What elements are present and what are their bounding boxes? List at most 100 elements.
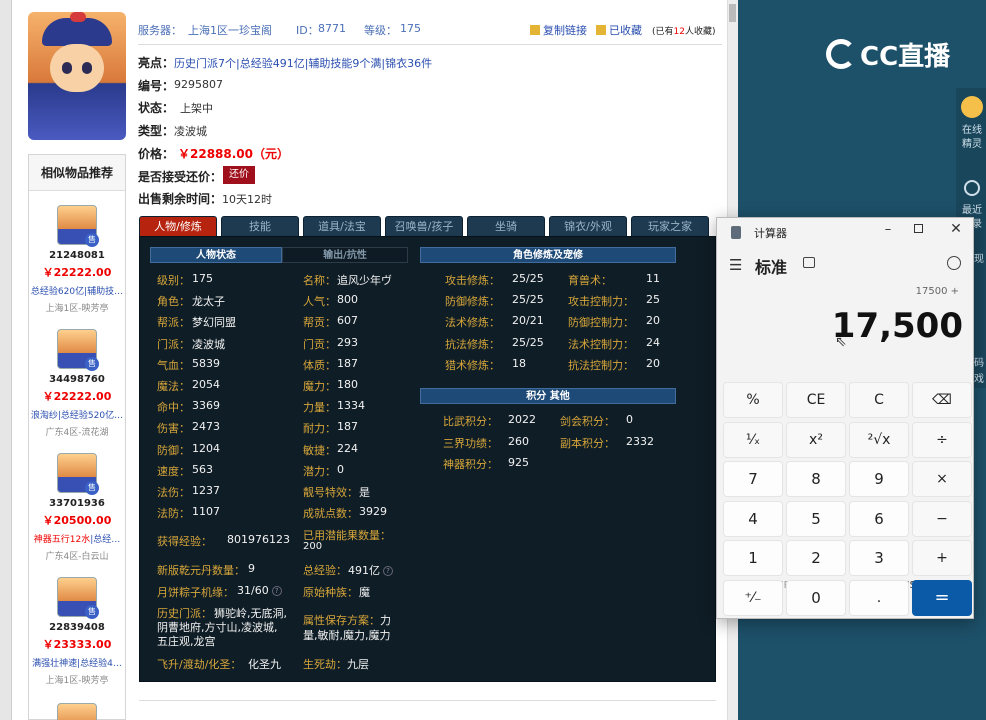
tab-mounts[interactable]: 坐骑	[467, 216, 545, 236]
key-four-button[interactable]: 4	[723, 500, 783, 537]
online-label-1: 在线	[962, 125, 982, 136]
calc-expression: 17500 +	[915, 286, 959, 297]
calc-mode: 标准	[755, 258, 788, 277]
similar-item-thumbnail[interactable]: 售	[57, 577, 99, 619]
stat-label: 命中：	[157, 401, 190, 415]
similar-item-thumbnail[interactable]: 售	[57, 453, 99, 495]
server-value[interactable]: 上海1区一珍宝阁	[188, 22, 272, 38]
tab-skills[interactable]: 技能	[221, 216, 299, 236]
menu-icon[interactable]: ☰	[729, 256, 742, 274]
control-value: 20	[646, 314, 660, 328]
cultivation-value: 18	[512, 356, 526, 370]
stat-value: 0	[337, 462, 344, 476]
scrollbar-thumb[interactable]	[729, 4, 736, 22]
key-divide-button[interactable]: ÷	[912, 421, 972, 458]
stat-value: 化圣九	[248, 658, 281, 671]
tab-home[interactable]: 玩家之家	[631, 216, 709, 236]
similar-items-title: 相似物品推荐	[29, 155, 125, 191]
key-square-root-button[interactable]: ²√x	[849, 421, 909, 458]
stat-label: 帮派：	[157, 316, 190, 330]
tab-summons[interactable]: 召唤兽/孩子	[385, 216, 463, 236]
points-value: 2022	[508, 413, 536, 426]
cultivation-value: 20/21	[512, 314, 544, 328]
avatar-eye	[82, 62, 92, 74]
similar-item-server: 广东4区-白云山	[45, 552, 109, 562]
similar-item-desc-text: |总经…	[90, 535, 121, 545]
tab-character[interactable]: 人物/修炼	[139, 216, 217, 236]
key-six-button[interactable]: 6	[849, 500, 909, 537]
key-eight-button[interactable]: 8	[786, 461, 846, 498]
fav-suffix: 人收藏)	[684, 27, 716, 37]
tab-items[interactable]: 道具/法宝	[303, 216, 381, 236]
stat-value: 九层	[347, 658, 369, 671]
key-clear-entry-button[interactable]: CE	[786, 382, 846, 418]
similar-item[interactable]: 售 22839408 ￥23333.00 满强壮神速|总经验4… 上海1区-映芳…	[29, 577, 125, 686]
similar-item-desc[interactable]: 浪淘纱|总经验520亿…	[29, 408, 125, 421]
control-label: 法术控制力：	[568, 337, 634, 351]
key-equals-button[interactable]: =	[912, 580, 972, 616]
key-five-button[interactable]: 5	[786, 500, 846, 537]
similar-item[interactable]: 售 33701936 ￥20500.00 神器五行12水|总经… 广东4区-白云…	[29, 453, 125, 562]
info-icon[interactable]: ?	[271, 586, 282, 596]
similar-item-highlight: 神器五行12水	[33, 535, 91, 545]
key-square-button[interactable]: x²	[786, 421, 846, 458]
keep-on-top-icon[interactable]	[803, 257, 815, 268]
points-value: 2332	[626, 434, 654, 448]
side-label-5[interactable]: 戏	[974, 370, 984, 385]
control-label: 防御控制力：	[568, 316, 634, 330]
similar-item-desc[interactable]: 神器五行12水|总经…	[29, 532, 125, 545]
avatar-face	[50, 44, 104, 92]
saved-label: 已收藏	[609, 24, 642, 37]
key-negate-button[interactable]: ⁺⁄₋	[723, 580, 783, 616]
stat-value: 31/60?	[237, 584, 282, 597]
similar-item[interactable]: 售 34498760 ￥22222.00 浪淘纱|总经验520亿… 广东4区-流…	[29, 329, 125, 438]
similar-item-desc[interactable]: 满强壮神速|总经验4…	[29, 656, 125, 669]
tab-outfits[interactable]: 锦衣/外观	[549, 216, 627, 236]
maximize-icon	[913, 224, 923, 233]
similar-item-thumbnail[interactable]	[57, 703, 97, 720]
highlights-label: 亮点：	[138, 56, 175, 70]
bargain-button[interactable]: 还价	[223, 166, 255, 184]
key-one-button[interactable]: 1	[723, 540, 783, 577]
info-icon[interactable]: ?	[383, 566, 393, 576]
header-output-resist[interactable]: 输出/抗性	[282, 247, 408, 263]
similar-item[interactable]	[29, 703, 125, 720]
key-seven-button[interactable]: 7	[723, 461, 783, 498]
key-percent-button[interactable]: %	[723, 382, 783, 418]
key-zero-button[interactable]: 0	[786, 580, 846, 616]
stat-value: 凌波城	[192, 337, 225, 351]
key-plus-button[interactable]: +	[912, 540, 972, 577]
similar-item-desc[interactable]: 总经验620亿|辅助技…	[29, 284, 125, 297]
key-nine-button[interactable]: 9	[849, 461, 909, 498]
key-minus-button[interactable]: −	[912, 500, 972, 537]
points-label: 神器积分：	[443, 458, 498, 471]
key-clear-button[interactable]: C	[849, 382, 909, 418]
key-reciprocal-button[interactable]: ¹⁄ₓ	[723, 421, 783, 458]
stat-label: 力量：	[303, 401, 336, 415]
key-backspace-button[interactable]: ⌫	[912, 382, 972, 418]
similar-item-id: 22839408	[49, 622, 105, 633]
avatar-bow	[70, 12, 86, 22]
similar-item-server: 上海1区-映芳亭	[45, 676, 109, 686]
online-sprite-button[interactable]: 在线 精灵	[958, 96, 986, 152]
stat-label: 防御：	[157, 443, 190, 457]
control-value: 11	[646, 272, 660, 285]
minimize-button[interactable]: –	[877, 222, 899, 237]
key-multiply-button[interactable]: ×	[912, 461, 972, 498]
stat-label: 法伤：	[157, 486, 190, 499]
history-icon[interactable]	[947, 256, 961, 270]
side-label-3[interactable]: 现	[974, 250, 984, 265]
copy-link-button[interactable]: 复制链接	[530, 22, 587, 38]
maximize-button[interactable]	[910, 223, 926, 239]
avatar-hat	[42, 18, 112, 46]
key-two-button[interactable]: 2	[786, 540, 846, 577]
key-three-button[interactable]: 3	[849, 540, 909, 577]
similar-item-thumbnail[interactable]: 售	[57, 329, 99, 371]
close-button[interactable]: ✕	[945, 221, 967, 237]
side-label-4[interactable]: 码	[974, 354, 984, 369]
key-decimal-button[interactable]: .	[849, 580, 909, 616]
similar-item[interactable]: 售 21248081 ￥22222.00 总经验620亿|辅助技… 上海1区-映…	[29, 205, 125, 314]
points-value: 925	[508, 456, 529, 469]
similar-item-thumbnail[interactable]: 售	[57, 205, 99, 247]
saved-button[interactable]: 已收藏	[596, 22, 642, 38]
